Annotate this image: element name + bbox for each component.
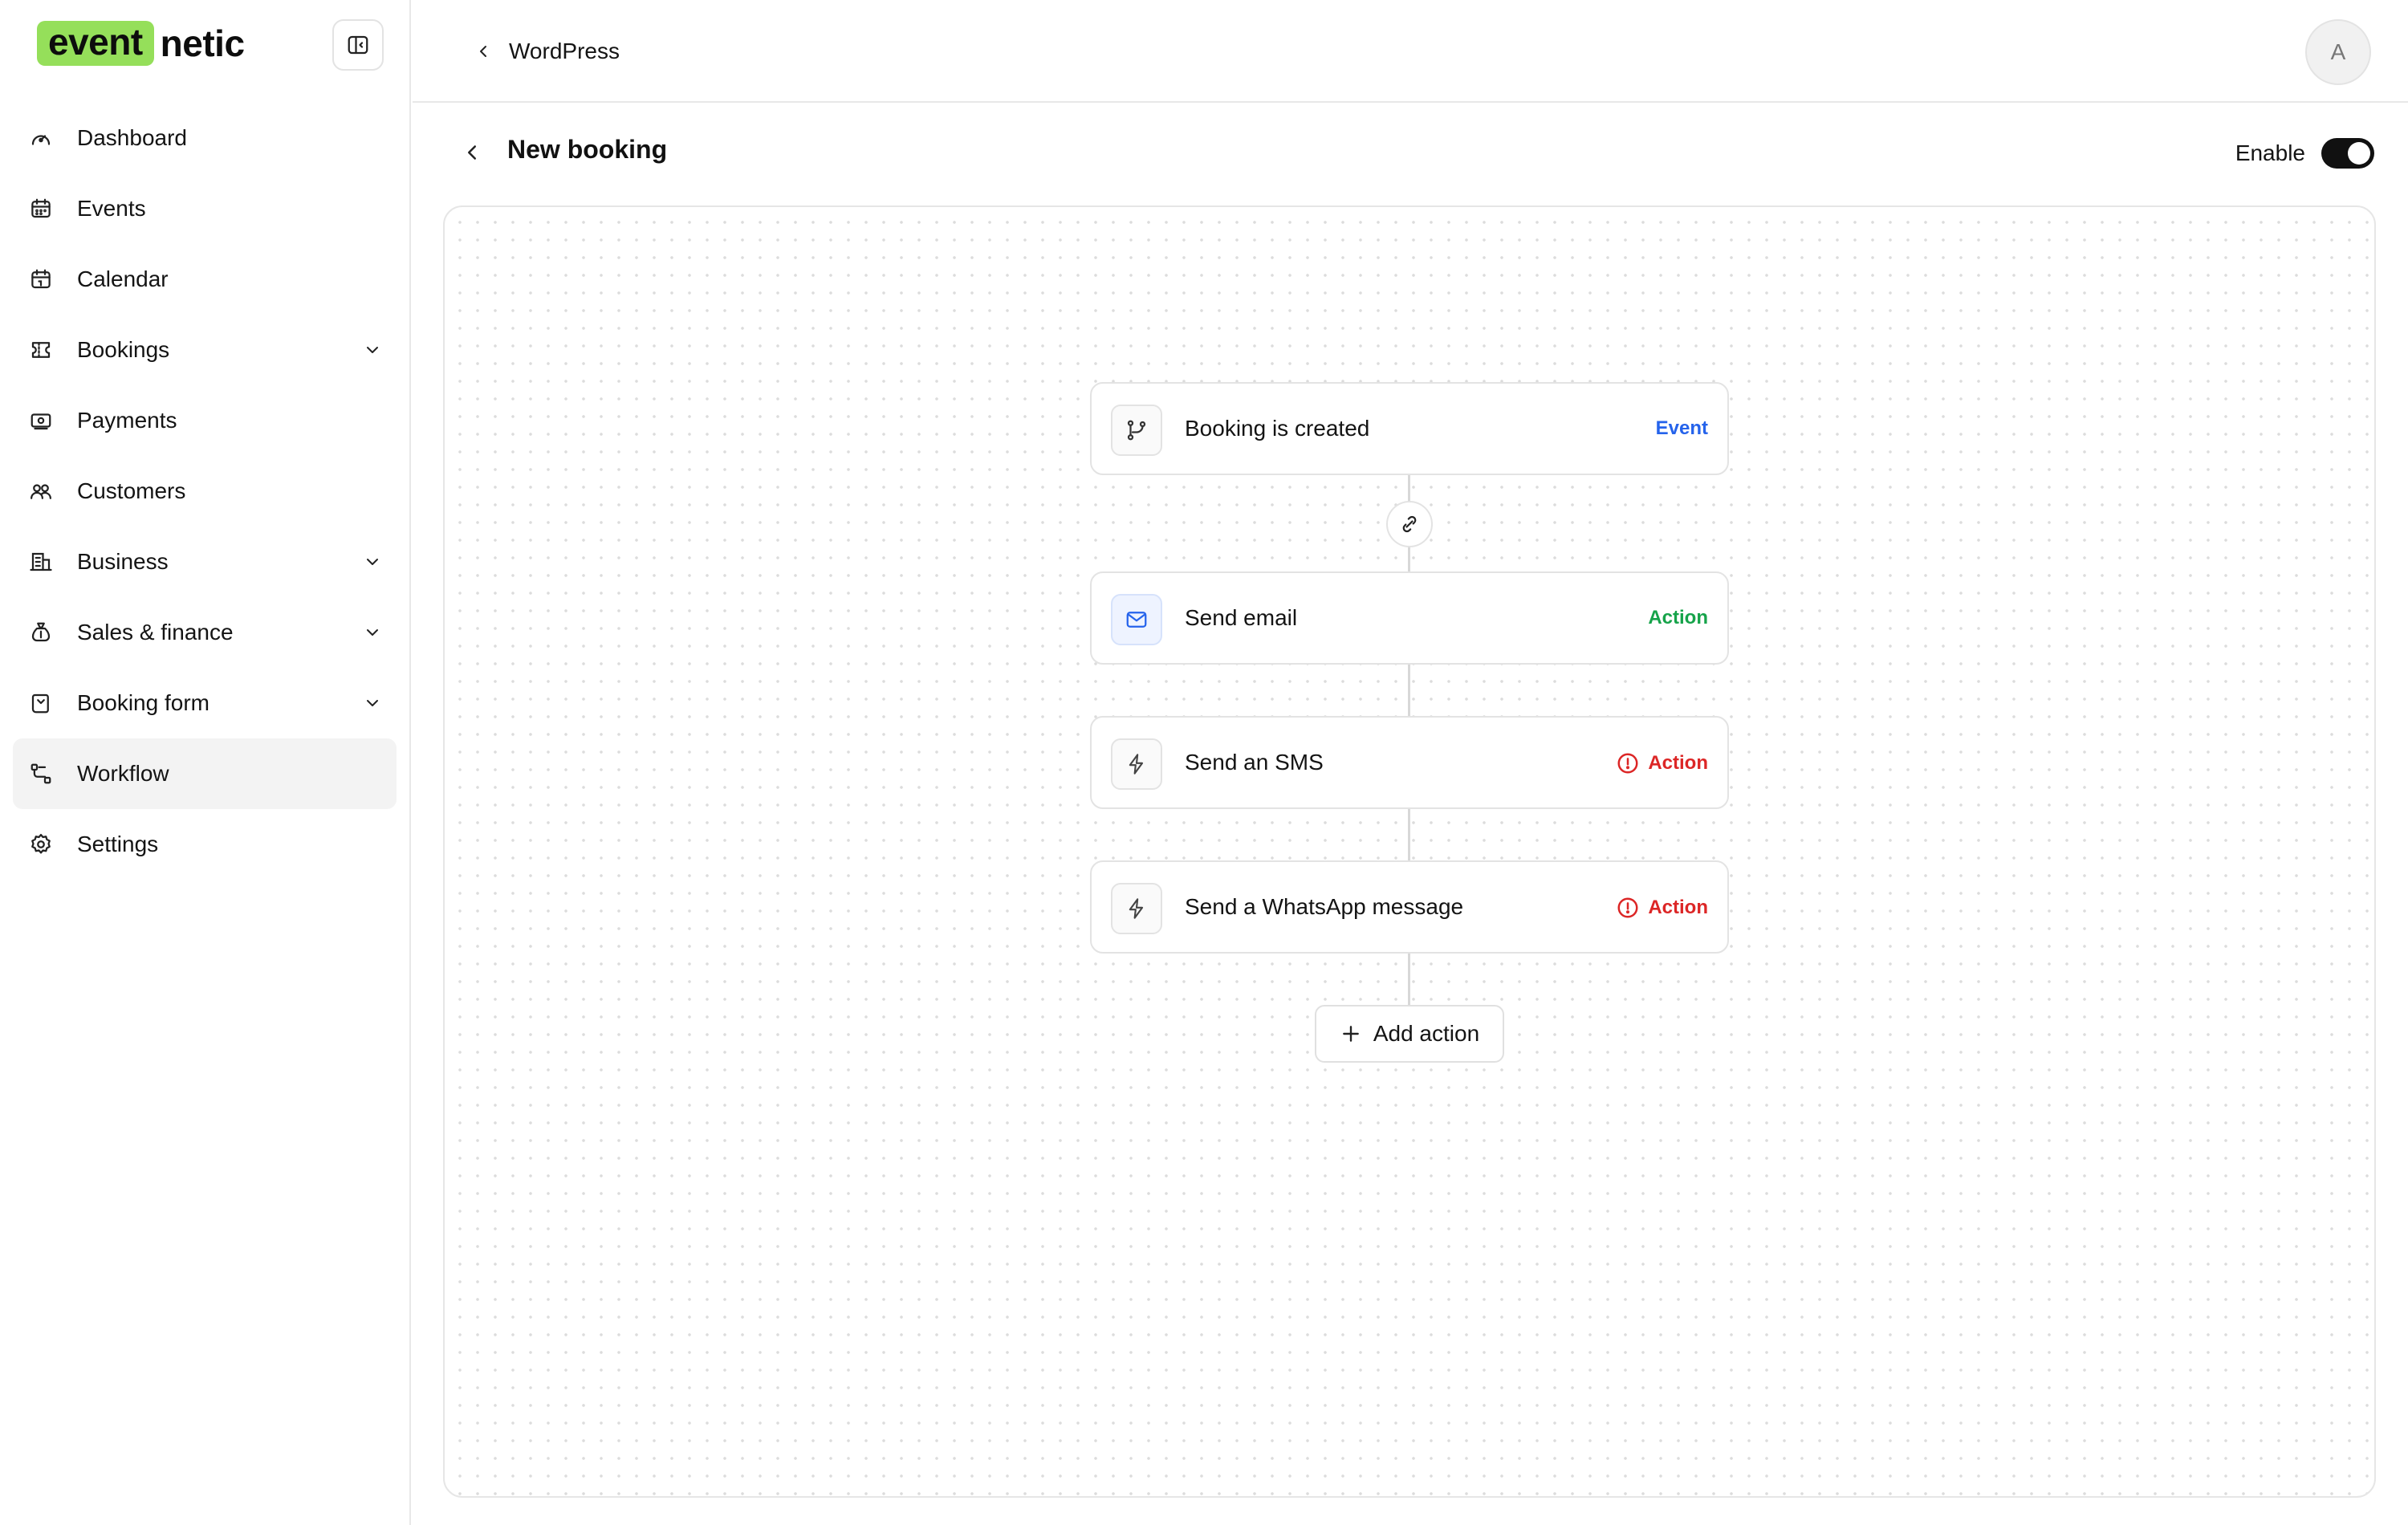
connector-line [1408, 663, 1410, 718]
enable-label: Enable [2235, 140, 2305, 165]
node-title: Send email [1185, 605, 1298, 630]
breadcrumb-label[interactable]: WordPress [509, 39, 620, 64]
banknote-icon [27, 407, 55, 434]
ticket-icon [27, 336, 55, 364]
link-icon [1402, 515, 1417, 533]
sidebar-toggle-icon [348, 35, 368, 55]
gauge-icon [27, 124, 55, 152]
chevron-left-icon[interactable] [470, 39, 496, 64]
logo[interactable]: event netic [37, 21, 245, 66]
sidebar-item-label: Booking form [77, 690, 209, 715]
chevron-down-icon[interactable] [360, 690, 385, 716]
link-node[interactable] [1386, 501, 1433, 547]
building-icon [27, 548, 55, 575]
workflow-icon [27, 760, 55, 787]
add-action-button[interactable]: Add action [1315, 1005, 1504, 1063]
git-branch-icon [1111, 405, 1162, 456]
node-type-label: Action [1648, 607, 1708, 628]
breadcrumb[interactable]: WordPress [470, 32, 620, 71]
sidebar-item-dashboard[interactable]: Dashboard [13, 103, 397, 173]
enable-control: Enable [2235, 138, 2374, 169]
back-button[interactable] [456, 136, 488, 169]
sidebar-item-label: Payments [77, 408, 177, 433]
lightning-icon [1111, 883, 1162, 934]
connector-line [1408, 807, 1410, 864]
workflow-node-trigger[interactable]: Booking is created Event [1090, 382, 1729, 475]
alert-circle-icon [1616, 751, 1640, 775]
chevron-down-icon[interactable] [360, 620, 385, 645]
sidebar-item-bookings[interactable]: Bookings [13, 315, 397, 385]
sidebar-item-settings[interactable]: Settings [13, 809, 397, 880]
top-bar: WordPress A [413, 0, 2408, 103]
gear-icon [27, 831, 55, 858]
avatar[interactable]: A [2305, 19, 2371, 85]
plus-icon [1340, 1023, 1362, 1045]
sidebar-item-label: Settings [77, 832, 159, 856]
sidebar-item-label: Bookings [77, 337, 170, 362]
node-type-label: Event [1655, 417, 1708, 439]
sidebar-item-label: Business [77, 549, 169, 574]
money-bag-icon [27, 619, 55, 646]
calendar-icon [27, 266, 55, 293]
sidebar-item-payments[interactable]: Payments [13, 385, 397, 456]
chevron-down-icon[interactable] [360, 337, 385, 363]
sidebar-item-workflow[interactable]: Workflow [13, 738, 397, 809]
sidebar-item-customers[interactable]: Customers [13, 456, 397, 527]
add-action-label: Add action [1373, 1021, 1480, 1046]
sidebar-item-events[interactable]: Events [13, 173, 397, 244]
node-type-badge: Event [1656, 417, 1708, 440]
alert-circle-icon [1616, 896, 1640, 920]
sidebar-item-label: Customers [77, 478, 186, 503]
sidebar-item-booking-form[interactable]: Booking form [13, 668, 397, 738]
mail-icon [1111, 594, 1162, 645]
node-title: Send an SMS [1185, 750, 1324, 775]
sidebar-item-sales-finance[interactable]: Sales & finance [13, 597, 397, 668]
calendar-grid-icon [27, 195, 55, 222]
sidebar-item-label: Dashboard [77, 125, 187, 150]
chevron-down-icon[interactable] [360, 549, 385, 575]
workflow-node-whatsapp[interactable]: Send a WhatsApp message Action [1090, 860, 1729, 954]
sidebar-nav: Dashboard Events Calendar Bookings Payme… [13, 103, 397, 880]
sidebar-item-business[interactable]: Business [13, 527, 397, 597]
sidebar-item-label: Events [77, 196, 146, 221]
node-type-badge: Action [1648, 607, 1708, 629]
enable-toggle[interactable] [2321, 138, 2374, 169]
node-type-label: Action [1648, 897, 1708, 918]
node-title: Send a WhatsApp message [1185, 894, 1464, 919]
page-title: New booking [507, 135, 668, 164]
workflow-node-email[interactable]: Send email Action [1090, 571, 1729, 665]
connector-line [1408, 952, 1410, 1007]
logo-text: netic [160, 22, 245, 64]
sidebar-item-label: Workflow [77, 761, 169, 786]
sidebar-item-label: Calendar [77, 266, 169, 291]
workflow-node-sms[interactable]: Send an SMS Action [1090, 716, 1729, 809]
chevron-left-icon [468, 145, 476, 160]
page-header: New booking Enable [413, 120, 2408, 188]
node-type-badge: Action [1616, 896, 1708, 920]
node-type-label: Action [1648, 752, 1708, 774]
collapse-sidebar-button[interactable] [332, 19, 384, 71]
sidebar-item-calendar[interactable]: Calendar [13, 244, 397, 315]
sidebar-item-label: Sales & finance [77, 620, 234, 645]
sidebar: event netic Dashboard Events Calendar Boo… [0, 0, 411, 1525]
lightning-icon [1111, 738, 1162, 790]
node-type-badge: Action [1616, 751, 1708, 775]
users-icon [27, 478, 55, 505]
form-icon [27, 689, 55, 717]
toggle-knob [2348, 142, 2370, 165]
node-title: Booking is created [1185, 416, 1370, 441]
logo-highlight: event [37, 21, 154, 66]
